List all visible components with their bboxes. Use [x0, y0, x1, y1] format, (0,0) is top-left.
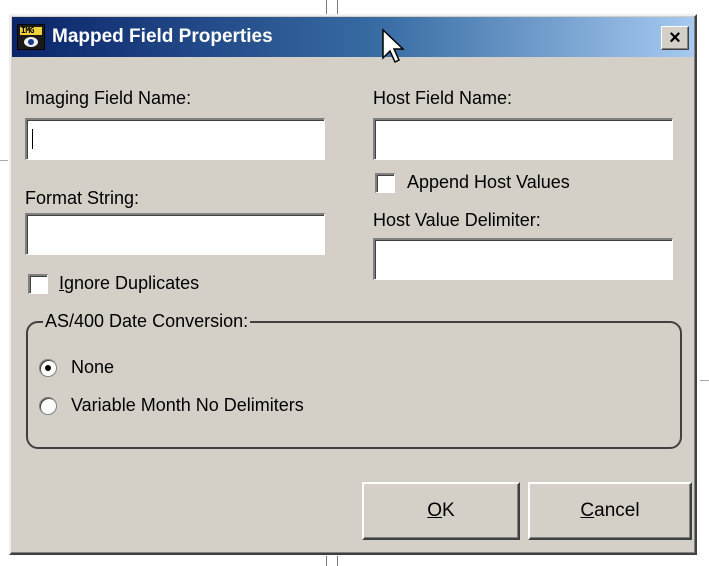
host-field-name-label: Host Field Name: [373, 88, 513, 108]
background-line [0, 160, 8, 161]
app-icon-label: IMG [21, 26, 34, 35]
cancel-button-label: Cancel [580, 500, 640, 521]
mouse-pointer-icon [382, 28, 405, 64]
format-string-input[interactable] [25, 213, 325, 255]
radio-selected-dot [45, 365, 51, 371]
ok-button-label: OK [427, 500, 455, 521]
text-caret [32, 129, 33, 149]
radio-none[interactable] [39, 359, 57, 377]
dialog-title: Mapped Field Properties [52, 26, 273, 47]
append-host-values-label[interactable]: Append Host Values [407, 172, 570, 193]
radio-variable-month-label[interactable]: Variable Month No Delimiters [71, 395, 304, 416]
title-bar[interactable]: IMG Mapped Field Properties × [12, 17, 694, 57]
close-button[interactable]: × [661, 26, 689, 50]
host-value-delimiter-input[interactable] [373, 238, 673, 280]
format-string-label: Format String: [25, 188, 140, 208]
imaging-app-icon: IMG [17, 24, 45, 50]
ignore-duplicates-label[interactable]: Ignore Duplicates [59, 273, 199, 294]
imaging-field-name-label: Imaging Field Name: [25, 88, 192, 108]
ignore-duplicates-checkbox[interactable] [28, 274, 48, 294]
radio-none-label[interactable]: None [71, 357, 114, 378]
background-line [700, 380, 709, 381]
cancel-button[interactable]: Cancel [528, 482, 692, 540]
host-field-name-input[interactable] [373, 118, 673, 160]
ok-button[interactable]: OK [362, 482, 520, 540]
host-value-delimiter-label: Host Value Delimiter: [373, 210, 541, 230]
date-conversion-group [26, 321, 682, 449]
mapped-field-properties-dialog: IMG Mapped Field Properties × Imaging Fi… [9, 14, 697, 555]
close-icon: × [669, 27, 681, 49]
imaging-field-name-input[interactable] [25, 118, 325, 160]
background-line [337, 0, 338, 14]
background-line [326, 0, 327, 14]
background-line [326, 556, 327, 566]
date-conversion-legend: AS/400 Date Conversion: [43, 311, 251, 332]
append-host-values-checkbox[interactable] [375, 173, 395, 193]
background-line [337, 556, 338, 566]
radio-variable-month[interactable] [39, 397, 57, 415]
